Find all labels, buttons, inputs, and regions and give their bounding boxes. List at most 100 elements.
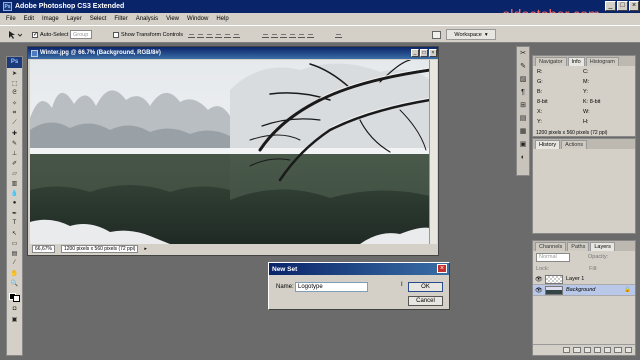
path-selection-tool-icon[interactable]: ↖ bbox=[7, 228, 22, 238]
auto-select-dropdown[interactable]: Group bbox=[70, 30, 92, 39]
healing-brush-tool-icon[interactable]: ✚ bbox=[7, 128, 22, 138]
delete-layer-icon[interactable] bbox=[624, 347, 632, 353]
vertical-scrollbar[interactable] bbox=[429, 60, 437, 244]
auto-select-checkbox[interactable] bbox=[32, 31, 38, 38]
align-top-icon[interactable] bbox=[188, 31, 195, 38]
hand-tool-icon[interactable]: ✋ bbox=[7, 268, 22, 278]
menu-image[interactable]: Image bbox=[42, 16, 59, 22]
clone-stamp-tool-icon[interactable]: ⊥ bbox=[7, 148, 22, 158]
layer-row[interactable]: 👁 Background 🔒 bbox=[533, 285, 635, 296]
menu-analysis[interactable]: Analysis bbox=[136, 16, 158, 22]
maximize-button[interactable]: □ bbox=[617, 1, 628, 11]
blend-mode-select[interactable]: Normal bbox=[536, 252, 570, 262]
align-vcenter-icon[interactable] bbox=[197, 31, 204, 38]
align-bottom-icon[interactable] bbox=[206, 31, 213, 38]
tab-histogram[interactable]: Histogram bbox=[585, 57, 619, 66]
color-swatches-icon[interactable] bbox=[7, 288, 22, 304]
notes-tool-icon[interactable]: ▤ bbox=[7, 248, 22, 258]
move-tool-icon[interactable]: ➤ bbox=[7, 68, 22, 78]
eyedropper-tool-icon[interactable]: ⁄ bbox=[7, 258, 22, 268]
ok-button[interactable]: OK bbox=[408, 282, 443, 292]
tool-presets-icon[interactable]: ▨ bbox=[518, 75, 528, 85]
link-layers-icon[interactable] bbox=[563, 347, 571, 353]
workspace-button[interactable]: Workspace ▾ bbox=[446, 29, 496, 40]
align-right-icon[interactable] bbox=[233, 31, 240, 38]
shape-tool-icon[interactable]: ▭ bbox=[7, 238, 22, 248]
lasso-tool-icon[interactable]: ᘓ bbox=[7, 88, 22, 98]
magic-wand-tool-icon[interactable]: ✧ bbox=[7, 98, 22, 108]
dialog-close-button[interactable]: × bbox=[437, 264, 447, 273]
document-title-bar[interactable]: Winter.jpg @ 66.7% (Background, RGB/8#) bbox=[28, 47, 438, 59]
history-brush-tool-icon[interactable]: ✐ bbox=[7, 158, 22, 168]
distribute-bottom-icon[interactable] bbox=[280, 31, 287, 38]
menu-select[interactable]: Select bbox=[90, 16, 107, 22]
visibility-eye-icon[interactable]: 👁 bbox=[535, 287, 543, 294]
visibility-eye-icon[interactable]: 👁 bbox=[535, 276, 543, 283]
screen-mode-icon[interactable]: ▣ bbox=[7, 314, 22, 324]
align-left-icon[interactable] bbox=[215, 31, 222, 38]
adjustment-layer-icon[interactable] bbox=[593, 347, 602, 353]
new-group-icon[interactable] bbox=[604, 347, 612, 353]
menu-view[interactable]: View bbox=[166, 16, 179, 22]
tab-navigator[interactable]: Navigator bbox=[535, 57, 567, 66]
tab-paths[interactable]: Paths bbox=[567, 242, 590, 251]
swatches-panel-icon[interactable]: ▣ bbox=[518, 140, 528, 150]
menu-help[interactable]: Help bbox=[216, 16, 228, 22]
transform-controls-option[interactable]: Show Transform Controls bbox=[113, 29, 183, 40]
doc-close-button[interactable]: × bbox=[429, 49, 437, 57]
tab-layers[interactable]: Layers bbox=[590, 242, 615, 251]
slice-tool-icon[interactable]: ⟋ bbox=[7, 118, 22, 128]
tab-history[interactable]: History bbox=[535, 140, 561, 149]
move-tool-preset-icon[interactable] bbox=[8, 29, 22, 40]
styles-panel-icon[interactable]: ▦ bbox=[518, 127, 528, 137]
brushes-panel-icon[interactable]: ✎ bbox=[518, 62, 528, 72]
pen-tool-icon[interactable]: ✒ bbox=[7, 208, 22, 218]
new-layer-icon[interactable] bbox=[614, 347, 622, 353]
distribute-hcenter-icon[interactable] bbox=[298, 31, 305, 38]
menu-file[interactable]: File bbox=[6, 16, 16, 22]
transform-controls-checkbox[interactable] bbox=[113, 31, 119, 38]
auto-select-option[interactable]: Auto-Select bbox=[32, 29, 68, 40]
quick-mask-icon[interactable]: ◘ bbox=[7, 304, 22, 314]
eraser-tool-icon[interactable]: ▱ bbox=[7, 168, 22, 178]
menu-filter[interactable]: Filter bbox=[114, 16, 127, 22]
zoom-level-field[interactable]: 66,67% bbox=[32, 245, 55, 253]
distribute-left-icon[interactable] bbox=[289, 31, 296, 38]
color-panel-icon[interactable]: ◐ bbox=[518, 153, 528, 163]
distribute-top-icon[interactable] bbox=[262, 31, 269, 38]
tab-channels[interactable]: Channels bbox=[535, 242, 567, 251]
image-canvas[interactable] bbox=[30, 60, 430, 244]
tools-panel-icon[interactable]: ✂ bbox=[518, 49, 528, 59]
layer-style-icon[interactable] bbox=[573, 347, 581, 353]
paragraph-icon[interactable]: ¶ bbox=[518, 88, 528, 98]
palette-well-icon[interactable] bbox=[432, 29, 441, 40]
blur-tool-icon[interactable]: 💧 bbox=[7, 188, 22, 198]
crop-tool-icon[interactable]: ⌗ bbox=[7, 108, 22, 118]
doc-minimize-button[interactable]: _ bbox=[411, 49, 419, 57]
align-hcenter-icon[interactable] bbox=[224, 31, 231, 38]
marquee-tool-icon[interactable]: ⬚ bbox=[7, 78, 22, 88]
notes-panel-icon[interactable]: ▤ bbox=[518, 114, 528, 124]
name-input[interactable]: Logotype bbox=[295, 282, 368, 292]
brush-tool-icon[interactable]: ✎ bbox=[7, 138, 22, 148]
type-tool-icon[interactable]: T bbox=[7, 218, 22, 228]
menu-edit[interactable]: Edit bbox=[24, 16, 34, 22]
clone-source-icon[interactable]: ⊞ bbox=[518, 101, 528, 111]
cancel-button[interactable]: Cancel bbox=[408, 296, 443, 306]
layer-mask-icon[interactable] bbox=[583, 347, 591, 353]
dodge-tool-icon[interactable]: ● bbox=[7, 198, 22, 208]
menu-layer[interactable]: Layer bbox=[67, 16, 82, 22]
layer-row[interactable]: 👁 Layer 1 bbox=[533, 274, 635, 285]
zoom-tool-icon[interactable]: 🔍 bbox=[7, 278, 22, 288]
status-menu-arrow-icon[interactable]: ▸ bbox=[144, 246, 147, 252]
auto-align-icon[interactable] bbox=[335, 29, 344, 40]
menu-window[interactable]: Window bbox=[187, 16, 208, 22]
distribute-right-icon[interactable] bbox=[307, 31, 314, 38]
close-button[interactable]: × bbox=[629, 1, 639, 11]
distribute-vcenter-icon[interactable] bbox=[271, 31, 278, 38]
tab-info[interactable]: Info bbox=[567, 57, 585, 66]
doc-maximize-button[interactable]: □ bbox=[420, 49, 428, 57]
gradient-tool-icon[interactable]: ▥ bbox=[7, 178, 22, 188]
tab-actions[interactable]: Actions bbox=[561, 140, 588, 149]
minimize-button[interactable]: _ bbox=[605, 1, 616, 11]
